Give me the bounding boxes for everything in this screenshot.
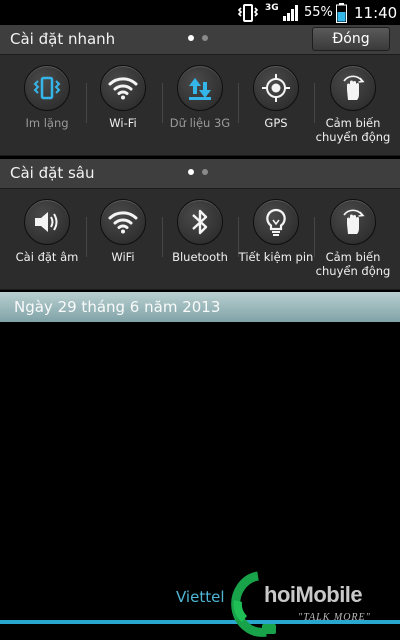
watermark-brand: hoiMobile xyxy=(264,582,363,607)
wifi-icon xyxy=(100,65,146,111)
tile-label: Bluetooth xyxy=(172,250,228,264)
tile-motion-sensor-settings[interactable]: Cảm biến chuyển động xyxy=(314,189,392,289)
page-dot-active xyxy=(188,169,194,175)
tile-label: GPS xyxy=(264,116,288,130)
close-button[interactable]: Đóng xyxy=(312,27,390,51)
page-dot-active xyxy=(188,35,194,41)
tile-label: Im lặng xyxy=(25,116,69,130)
status-bar: 3G 55% 11:40 xyxy=(0,0,400,25)
advanced-settings-header: Cài đặt sâu xyxy=(0,159,400,189)
tile-wifi[interactable]: Wi-Fi xyxy=(84,55,162,155)
tile-label: Cài đặt âm xyxy=(15,250,79,264)
tile-silent[interactable]: Im lặng xyxy=(8,55,86,155)
tile-wifi-settings[interactable]: WiFi xyxy=(84,189,162,289)
clock: 11:40 xyxy=(354,3,398,22)
notification-area xyxy=(0,322,400,582)
tile-bluetooth[interactable]: Bluetooth xyxy=(161,189,239,289)
gps-icon xyxy=(253,65,299,111)
tile-battery-saver[interactable]: Tiết kiệm pin xyxy=(237,189,315,289)
carrier-label: Viettel xyxy=(176,588,225,606)
page-indicator xyxy=(188,169,208,175)
lightbulb-icon xyxy=(253,199,299,245)
network-type-indicator: 3G xyxy=(265,2,279,13)
page-dot xyxy=(202,35,208,41)
vibrate-icon xyxy=(24,65,70,111)
tile-label: Dữ liệu 3G xyxy=(169,116,231,130)
data-transfer-icon xyxy=(177,65,223,111)
quick-settings-title: Cài đặt nhanh xyxy=(10,30,116,48)
page-indicator xyxy=(188,35,208,41)
page-dot xyxy=(202,169,208,175)
tile-label: Wi-Fi xyxy=(109,116,137,130)
tile-gps[interactable]: GPS xyxy=(237,55,315,155)
advanced-settings-tiles: Cài đặt âm WiFi Bluetooth Tiết kiệm pin … xyxy=(0,189,400,290)
quick-settings-tiles: Im lặng Wi-Fi Dữ liệu 3G GPS Cảm biến ch… xyxy=(0,55,400,156)
tile-label: Tiết kiệm pin xyxy=(238,250,314,264)
tile-motion-sensor[interactable]: Cảm biến chuyển động xyxy=(314,55,392,155)
watermark-logo: hoiMobile "TALK MORE" xyxy=(228,568,400,640)
tile-3g-data[interactable]: Dữ liệu 3G xyxy=(161,55,239,155)
date-text: Ngày 29 tháng 6 năm 2013 xyxy=(14,298,221,316)
date-bar: Ngày 29 tháng 6 năm 2013 xyxy=(0,292,400,322)
battery-percent: 55% xyxy=(304,5,333,20)
tile-label: Cảm biến chuyển động xyxy=(315,250,391,278)
battery-icon xyxy=(336,0,347,25)
advanced-settings-title: Cài đặt sâu xyxy=(10,164,95,182)
gesture-hand-icon xyxy=(330,199,376,245)
speaker-icon xyxy=(24,199,70,245)
signal-strength-icon xyxy=(282,0,300,25)
bluetooth-icon xyxy=(177,199,223,245)
tile-label: WiFi xyxy=(111,250,135,264)
tile-sound-settings[interactable]: Cài đặt âm xyxy=(8,189,86,289)
wifi-icon xyxy=(100,199,146,245)
quick-settings-header: Cài đặt nhanh Đóng xyxy=(0,25,400,55)
gesture-hand-icon xyxy=(330,65,376,111)
watermark-tagline: "TALK MORE" xyxy=(298,612,371,623)
tile-label: Cảm biến chuyển động xyxy=(315,116,391,144)
vibrate-status-icon xyxy=(237,0,259,25)
